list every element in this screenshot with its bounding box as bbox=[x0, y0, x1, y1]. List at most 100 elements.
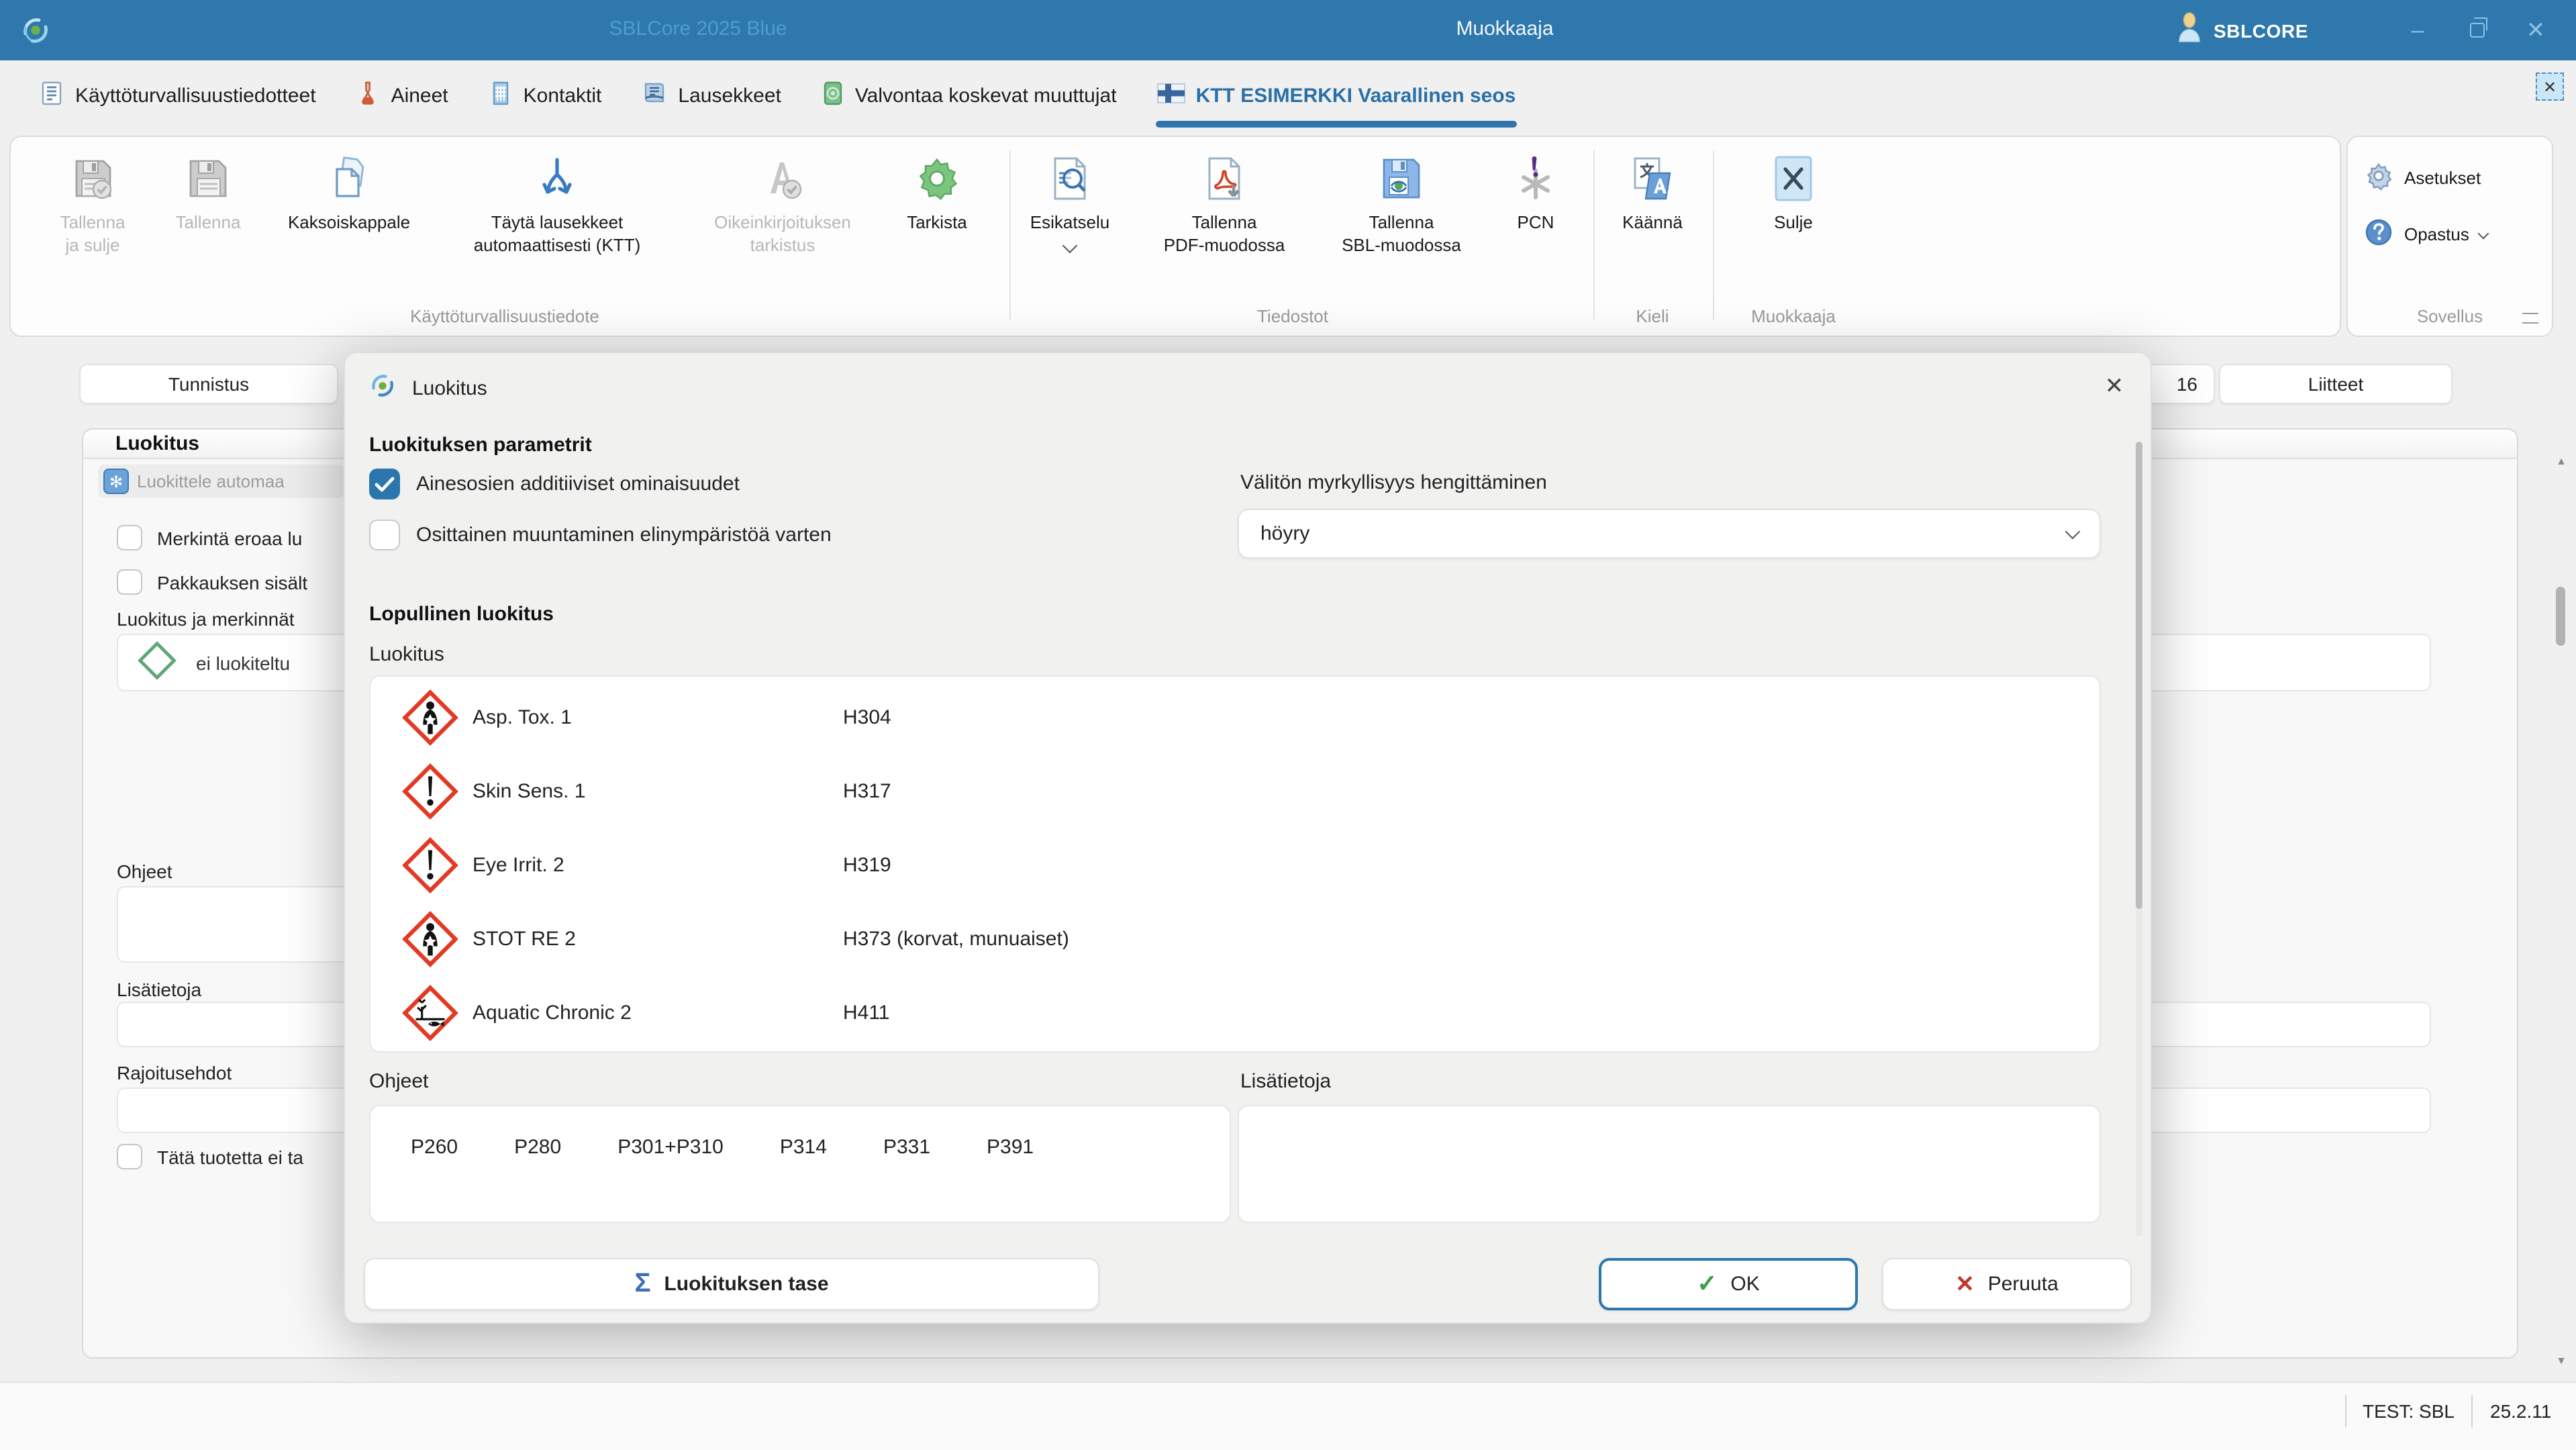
classification-row[interactable]: Asp. Tox. 1 H304 bbox=[370, 681, 2099, 755]
tab-ktt-esimerkki-vaarallinen-seos[interactable]: KTT ESIMERKKI Vaarallinen seos bbox=[1137, 60, 1536, 130]
ribbon-item-label: Kaksoiskappale bbox=[262, 211, 436, 234]
ghs07-exclamation-pictogram bbox=[400, 761, 460, 828]
save-pdf-button[interactable]: TallennaPDF-muodossa bbox=[1137, 148, 1311, 256]
tab-kayttoturvallisuustiedotteet[interactable]: Käyttöturvallisuustiedotteet bbox=[19, 60, 336, 130]
close-document-tab-button[interactable]: ✕ bbox=[2536, 72, 2564, 101]
help-button[interactable]: Opastus bbox=[2364, 218, 2488, 251]
scroll-up-icon[interactable]: ▲ bbox=[2550, 455, 2572, 467]
tab-lausekkeet[interactable]: Lausekkeet bbox=[622, 60, 801, 130]
building-icon bbox=[489, 80, 513, 111]
duplicate-icon bbox=[262, 148, 436, 204]
user-avatar-icon bbox=[2175, 11, 2204, 50]
ok-button[interactable]: ✓ OK bbox=[1599, 1258, 1858, 1310]
precautions-label: Ohjeet bbox=[369, 1070, 428, 1093]
preview-button[interactable]: Esikatselu bbox=[1003, 148, 1137, 258]
additive-properties-checkbox-row[interactable]: Ainesosien additiiviset ominaisuudet bbox=[369, 469, 740, 499]
classify-automatically-button[interactable]: ✻ Luokittele automaa bbox=[98, 465, 345, 498]
classification-row[interactable]: STOT RE 2 H373 (korvat, munuaiset) bbox=[370, 902, 2099, 976]
version-label: 25.2.11 bbox=[2490, 1400, 2551, 1422]
dialog-additional-info-textarea[interactable] bbox=[1238, 1105, 2101, 1223]
ribbon-item-label: automaattisesti (KTT) bbox=[436, 234, 678, 256]
verify-button[interactable]: Tarkista bbox=[883, 148, 991, 234]
p-code[interactable]: P391 bbox=[987, 1136, 1034, 1159]
save-and-close-button[interactable]: Tallennaja sulje bbox=[31, 148, 154, 256]
ribbon-item-label: Tallenna bbox=[1314, 211, 1489, 234]
checkbox-label: Tätä tuotetta ei ta bbox=[157, 1146, 303, 1167]
help-icon bbox=[2364, 218, 2393, 251]
inhalation-toxicity-select[interactable]: höyry bbox=[1238, 509, 2101, 559]
auto-classify-gear-icon: ✻ bbox=[103, 469, 129, 494]
inhalation-toxicity-label: Välitön myrkyllisyys hengittäminen bbox=[1240, 471, 1547, 494]
hazard-class-name: Skin Sens. 1 bbox=[473, 780, 585, 803]
classification-row[interactable]: Aquatic Chronic 2 H411 bbox=[370, 976, 2099, 1050]
labelling-differs-checkbox-row[interactable]: Merkintä eroaa lu bbox=[117, 525, 302, 550]
p-code[interactable]: P331 bbox=[883, 1136, 930, 1159]
user-menu[interactable]: SBLCORE bbox=[2175, 9, 2308, 51]
app-scrollbar[interactable]: ▲ ▼ bbox=[2550, 345, 2572, 1382]
tab-label: Valvontaa koskevat muuttujat bbox=[855, 84, 1117, 107]
right-column-input[interactable] bbox=[2109, 1002, 2431, 1047]
group-menu-icon[interactable] bbox=[2522, 313, 2538, 324]
p-code[interactable]: P301+P310 bbox=[617, 1136, 724, 1159]
close-button[interactable]: ✕ bbox=[2506, 0, 2565, 60]
hazard-statement-code: H319 bbox=[843, 854, 891, 877]
p-codes-row: P260 P280 P301+P310 P314 P331 P391 bbox=[370, 1106, 1230, 1159]
precautions-panel[interactable]: P260 P280 P301+P310 P314 P331 P391 bbox=[369, 1105, 1231, 1223]
settings-gear-icon bbox=[2364, 161, 2393, 195]
scrollbar-thumb[interactable] bbox=[2556, 587, 2565, 646]
classify-auto-label: Luokittele automaa bbox=[137, 471, 285, 491]
save-sbl-button[interactable]: TallennaSBL-muodossa bbox=[1314, 148, 1489, 256]
checkbox-unchecked[interactable] bbox=[117, 525, 142, 550]
partial-conversion-checkbox-row[interactable]: Osittainen muuntaminen elinympäristöä va… bbox=[369, 520, 832, 550]
checkbox-unchecked[interactable] bbox=[369, 520, 400, 550]
minimize-button[interactable]: – bbox=[2388, 0, 2447, 60]
tab-label: Käyttöturvallisuustiedotteet bbox=[75, 84, 316, 107]
ribbon-main-panel: Tallennaja sulje Tallenna Kaksoiskappale… bbox=[9, 136, 2341, 337]
section-tab-tunnistus[interactable]: Tunnistus bbox=[79, 364, 338, 404]
hazard-class-name: STOT RE 2 bbox=[473, 928, 576, 951]
dialog-close-button[interactable]: ✕ bbox=[2094, 367, 2134, 407]
ribbon-item-label: tarkistus bbox=[682, 234, 883, 256]
close-editor-button[interactable]: Sulje bbox=[1733, 148, 1854, 234]
restore-button[interactable] bbox=[2447, 0, 2506, 60]
save-button[interactable]: Tallenna bbox=[154, 148, 262, 234]
scroll-down-icon[interactable]: ▼ bbox=[2550, 1355, 2572, 1367]
duplicate-button[interactable]: Kaksoiskappale bbox=[262, 148, 436, 234]
autofill-phrases-button[interactable]: Täytä lausekkeetautomaattisesti (KTT) bbox=[436, 148, 678, 256]
p-code[interactable]: P280 bbox=[514, 1136, 561, 1159]
classification-balance-button[interactable]: Σ Luokituksen tase bbox=[364, 1258, 1099, 1310]
sigma-icon: Σ bbox=[634, 1269, 650, 1300]
package-contents-checkbox-row[interactable]: Pakkauksen sisält bbox=[117, 569, 307, 595]
group-label-kayttoturvallisuustiedote: Käyttöturvallisuustiedote bbox=[303, 306, 706, 326]
cancel-button[interactable]: ✕ Peruuta bbox=[1882, 1258, 2132, 1310]
translate-button[interactable]: Käännä bbox=[1599, 148, 1706, 234]
p-code[interactable]: P314 bbox=[780, 1136, 827, 1159]
checkbox-unchecked[interactable] bbox=[117, 569, 142, 595]
product-not-required-checkbox-row[interactable]: Tätä tuotetta ei ta bbox=[117, 1144, 303, 1169]
tab-aineet[interactable]: Aineet bbox=[336, 60, 468, 130]
p-code[interactable]: P260 bbox=[411, 1136, 458, 1159]
group-label-kieli: Kieli bbox=[1585, 306, 1720, 326]
right-column-input[interactable] bbox=[2109, 1088, 2431, 1133]
tab-label: Lausekkeet bbox=[678, 84, 781, 107]
settings-button[interactable]: Asetukset bbox=[2364, 161, 2481, 195]
hazard-statement-code: H304 bbox=[843, 706, 891, 729]
tab-kontaktit[interactable]: Kontaktit bbox=[468, 60, 622, 130]
right-column-box[interactable] bbox=[2109, 634, 2431, 691]
classification-list: Asp. Tox. 1 H304 Skin Sens. 1 H317 Eye I… bbox=[369, 675, 2101, 1053]
ghs08-health-hazard-pictogram bbox=[400, 687, 460, 755]
tab-valvontaa-koskevat-muuttujat[interactable]: Valvontaa koskevat muuttujat bbox=[801, 60, 1137, 130]
spellcheck-button[interactable]: Oikeinkirjoituksentarkistus bbox=[682, 148, 883, 256]
dialog-additional-info-label: Lisätietoja bbox=[1240, 1070, 1331, 1093]
checkbox-label: Ainesosien additiiviset ominaisuudet bbox=[416, 473, 740, 495]
checkbox-label: Osittainen muuntaminen elinympäristöä va… bbox=[416, 524, 832, 546]
checkbox-checked[interactable] bbox=[369, 469, 400, 499]
section-tab-liitteet[interactable]: Liitteet bbox=[2219, 364, 2453, 404]
checkbox-unchecked[interactable] bbox=[117, 1144, 142, 1169]
classification-row[interactable]: Eye Irrit. 2 H319 bbox=[370, 828, 2099, 902]
ribbon-item-label: Esikatselu bbox=[1003, 211, 1137, 234]
pcn-button[interactable]: PCN bbox=[1489, 148, 1583, 234]
close-icon: ✕ bbox=[2105, 373, 2124, 400]
classification-row[interactable]: Skin Sens. 1 H317 bbox=[370, 755, 2099, 828]
dialog-scrollbar-thumb[interactable] bbox=[2136, 442, 2142, 909]
